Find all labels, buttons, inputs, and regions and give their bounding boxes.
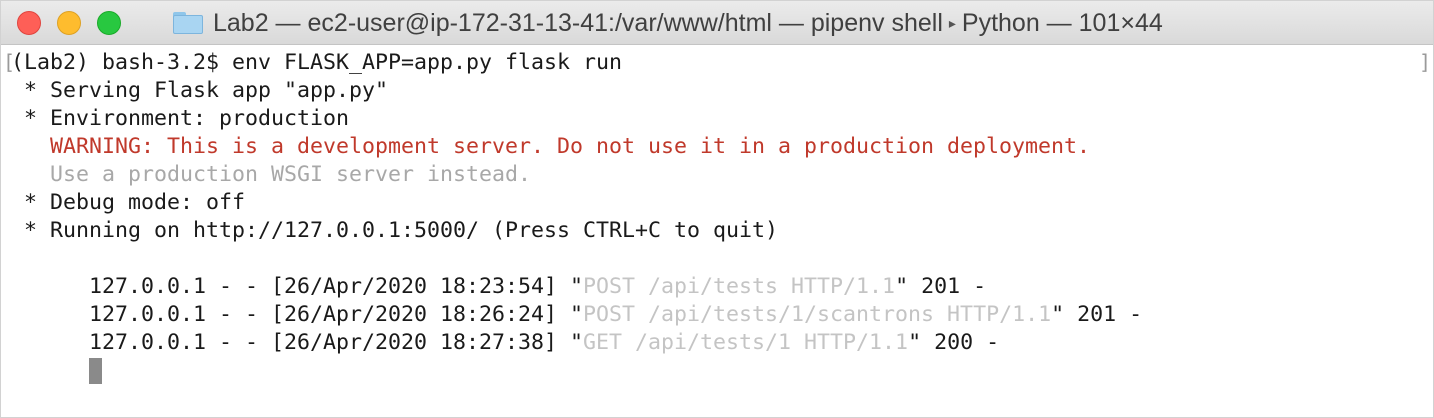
log-suffix: " 201 - xyxy=(1051,302,1143,327)
title-bar[interactable]: Lab2 — ec2-user@ip-172-31-13-41:/var/www… xyxy=(1,1,1433,45)
text-cursor xyxy=(89,358,103,384)
log-prefix: 127.0.0.1 - - [26/Apr/2020 18:26:24] " xyxy=(89,302,584,327)
warning-line: WARNING: This is a development server. D… xyxy=(11,134,1091,159)
running-line: * Running on http://127.0.0.1:5000/ (Pre… xyxy=(11,218,779,243)
window-title: Lab2 — ec2-user@ip-172-31-13-41:/var/www… xyxy=(173,1,1163,45)
log-suffix: " 200 - xyxy=(908,330,1000,355)
triangle-right-icon: ▸ xyxy=(948,14,956,31)
maximize-button[interactable] xyxy=(97,11,121,35)
log-request: POST /api/tests/1/scantrons HTTP/1.1 xyxy=(583,302,1052,327)
wsgi-hint-line: Use a production WSGI server instead. xyxy=(11,162,532,187)
prompt-line: (Lab2) bash-3.2$ env FLASK_APP=app.py fl… xyxy=(11,50,623,75)
folder-icon xyxy=(173,12,203,34)
environment-line: * Environment: production xyxy=(11,106,350,131)
log-suffix: " 201 - xyxy=(895,274,987,299)
terminal-output[interactable]: (Lab2) bash-3.2$ env FLASK_APP=app.py fl… xyxy=(11,49,1421,384)
terminal-window: Lab2 — ec2-user@ip-172-31-13-41:/var/www… xyxy=(0,0,1434,418)
title-suffix: Python — 101×44 xyxy=(961,8,1163,37)
minimize-button[interactable] xyxy=(57,11,81,35)
log-line: 127.0.0.1 - - [26/Apr/2020 18:23:54] "PO… xyxy=(11,245,1421,299)
log-prefix: 127.0.0.1 - - [26/Apr/2020 18:23:54] " xyxy=(89,274,584,299)
log-request: GET /api/tests/1 HTTP/1.1 xyxy=(583,330,909,355)
close-button[interactable] xyxy=(17,11,41,35)
title-prefix: Lab2 — ec2-user@ip-172-31-13-41:/var/www… xyxy=(213,8,943,37)
log-prefix: 127.0.0.1 - - [26/Apr/2020 18:27:38] " xyxy=(89,330,584,355)
debug-line: * Debug mode: off xyxy=(11,190,246,215)
log-request: POST /api/tests HTTP/1.1 xyxy=(583,274,896,299)
serving-line: * Serving Flask app "app.py" xyxy=(11,78,389,103)
